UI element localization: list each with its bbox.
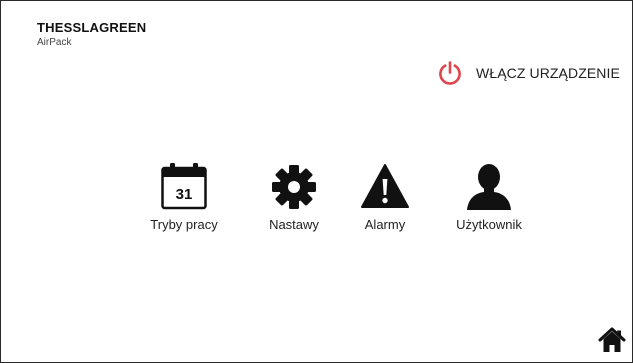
- calendar-day: 31: [176, 186, 193, 203]
- power-on-label: WŁĄCZ URZĄDZENIE: [476, 65, 620, 81]
- calendar-icon: 31: [161, 163, 207, 210]
- app-screen: THESSLAGREEN AirPack WŁĄCZ URZĄDZENIE 31…: [0, 0, 633, 363]
- home-icon: [598, 327, 626, 352]
- menu-item-label: Alarmy: [364, 217, 406, 232]
- menu-item-label: Tryby pracy: [150, 217, 218, 232]
- brand-header: THESSLAGREEN AirPack: [37, 20, 146, 48]
- gear-icon: [272, 165, 316, 209]
- menu-item-user[interactable]: Użytkownik: [444, 162, 534, 232]
- menu-item-alarms[interactable]: Alarmy: [340, 162, 430, 232]
- user-icon: [467, 164, 511, 210]
- warning-icon: [361, 164, 409, 208]
- home-button[interactable]: [598, 326, 626, 354]
- power-on-button[interactable]: WŁĄCZ URZĄDZENIE: [437, 60, 620, 86]
- menu-item-label: Nastawy: [269, 217, 319, 232]
- menu-item-label: Użytkownik: [456, 217, 522, 232]
- brand-name: THESSLAGREEN: [37, 20, 147, 35]
- menu-item-operating-modes[interactable]: 31 Tryby pracy: [139, 162, 229, 232]
- main-menu: 31 Tryby pracy Nastawy Alarmy Użytkownik: [1, 162, 632, 242]
- power-icon: [439, 61, 461, 85]
- product-name: AirPack: [37, 37, 72, 48]
- menu-item-settings[interactable]: Nastawy: [249, 162, 339, 232]
